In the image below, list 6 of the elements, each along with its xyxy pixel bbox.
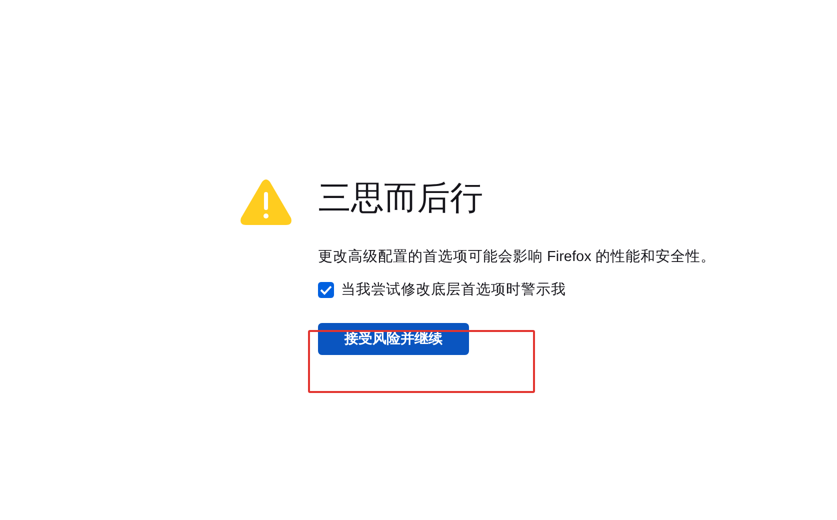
warning-text: 更改高级配置的首选项可能会影响 Firefox 的性能和安全性。: [318, 248, 716, 266]
accept-risk-button[interactable]: 接受风险并继续: [318, 323, 469, 355]
warning-icon: [240, 178, 292, 226]
checkbox-label: 当我尝试修改底层首选项时警示我: [341, 280, 566, 299]
checkbox[interactable]: [318, 282, 334, 298]
page-title: 三思而后行: [318, 178, 483, 218]
